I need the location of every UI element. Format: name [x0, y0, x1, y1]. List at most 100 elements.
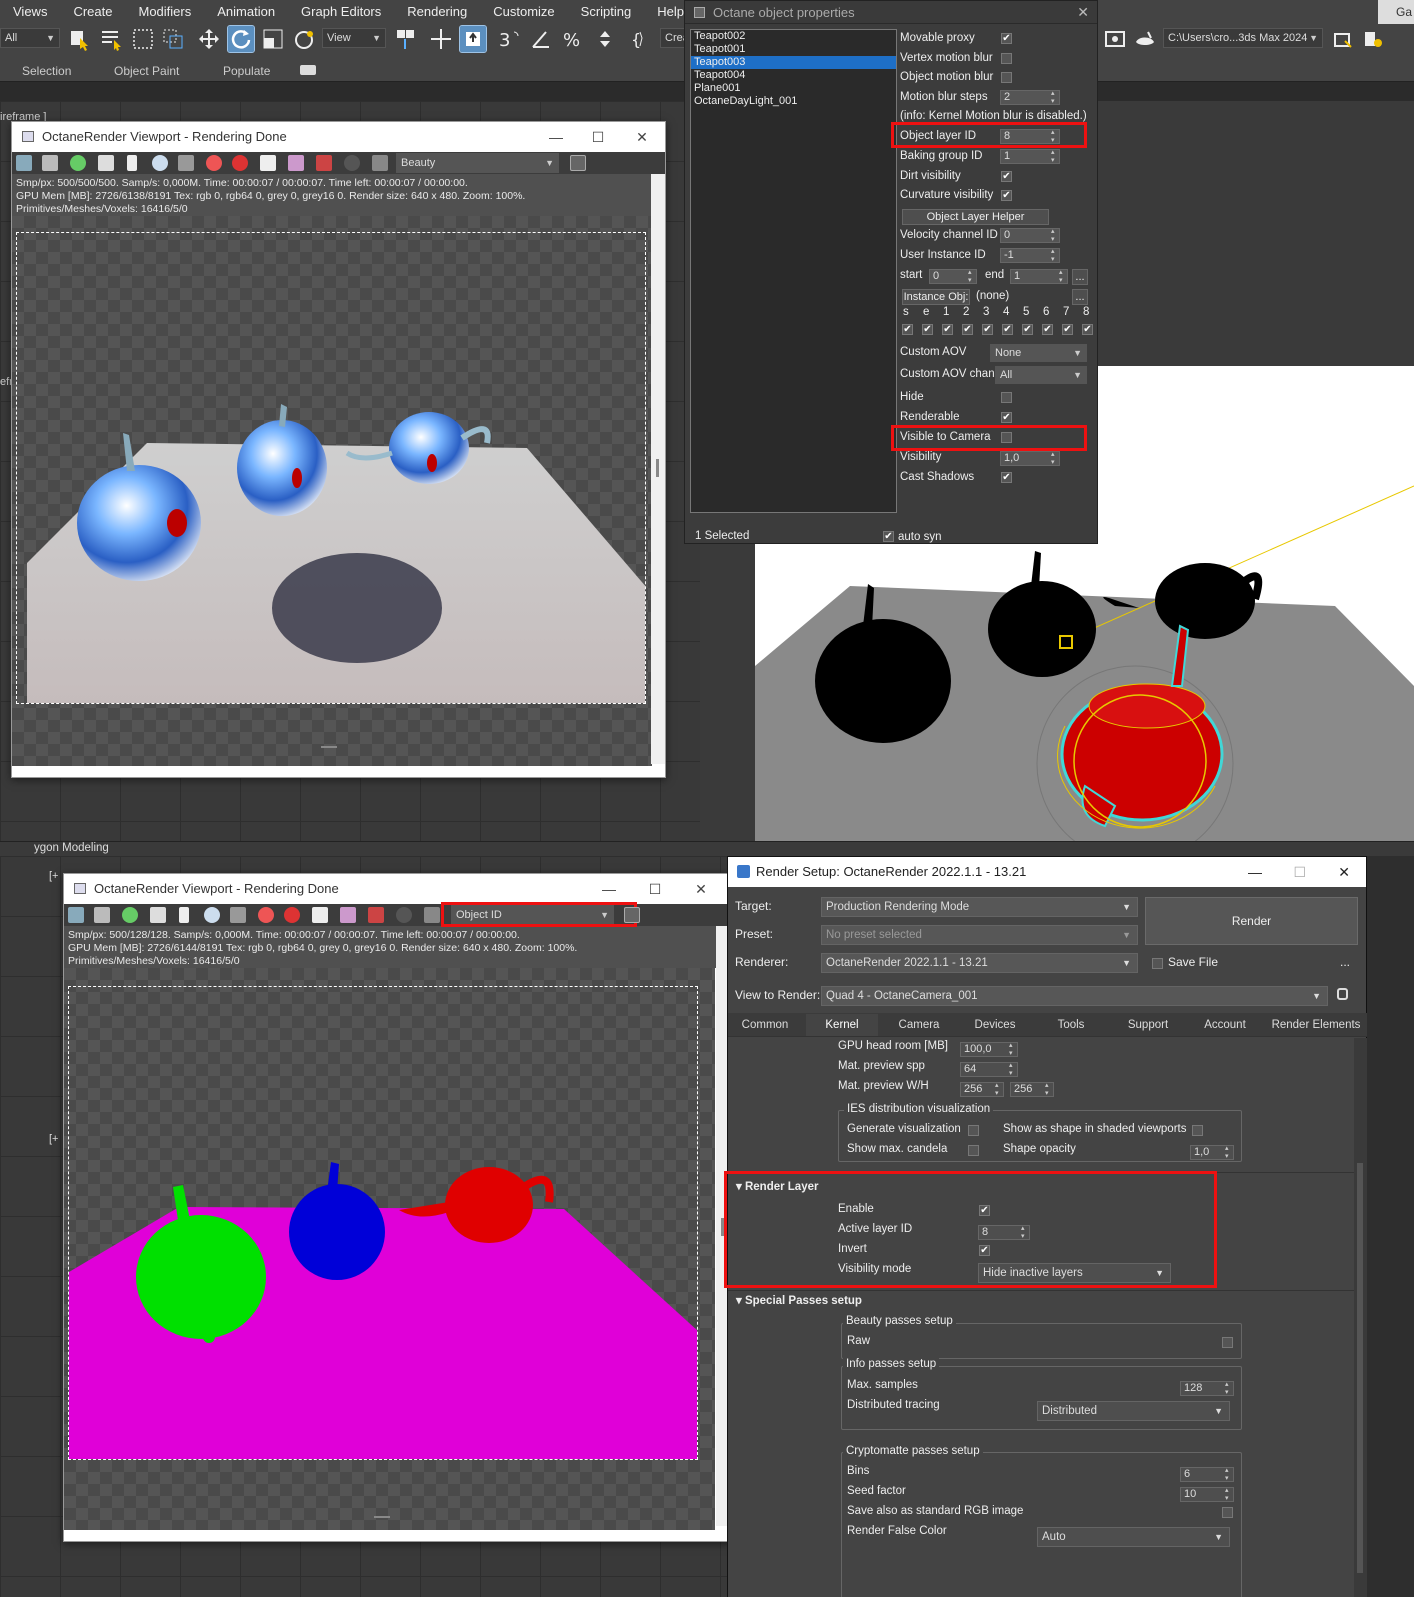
pause-icon[interactable] — [127, 155, 137, 171]
hide-checkbox[interactable] — [1001, 392, 1012, 403]
restart-icon[interactable] — [122, 907, 138, 923]
visibility-spinner[interactable]: 1,0 — [1000, 451, 1060, 467]
placement-icon[interactable] — [292, 26, 318, 52]
selection-filter-dropdown[interactable]: All ▼ — [0, 28, 60, 48]
mask-checkbox[interactable]: ✔ — [1002, 324, 1013, 335]
restart-icon[interactable] — [70, 155, 86, 171]
mat-preview-height-spinner[interactable]: 256 — [1010, 1082, 1054, 1098]
tab-support[interactable]: Support — [1113, 1014, 1183, 1036]
motion-blur-steps-spinner[interactable]: 2 — [1000, 90, 1060, 106]
bins-spinner[interactable]: 6 — [1180, 1467, 1234, 1483]
instance-obj-options-button[interactable]: ... — [1072, 289, 1088, 305]
lock-icon[interactable] — [98, 155, 114, 171]
auto-sync-checkbox[interactable]: ✔ — [883, 531, 894, 542]
menu-customize[interactable]: Customize — [480, 0, 567, 24]
tab-common[interactable]: Common — [731, 1014, 799, 1036]
menu-scripting[interactable]: Scripting — [568, 0, 645, 24]
custom-aov-dropdown[interactable]: None ▼ — [990, 344, 1087, 362]
gpu-headroom-spinner[interactable]: 100,0 — [960, 1042, 1018, 1058]
project-folder-icon[interactable] — [1330, 26, 1356, 52]
range-options-button[interactable]: ... — [1072, 269, 1088, 285]
viewport-menu-plus[interactable]: [+ — [49, 870, 58, 882]
menu-animation[interactable]: Animation — [204, 0, 288, 24]
pause-icon[interactable] — [179, 907, 189, 923]
tab-tools[interactable]: Tools — [1036, 1014, 1106, 1036]
clipboard-icon[interactable] — [42, 155, 58, 171]
auto-focus-icon[interactable] — [230, 907, 246, 923]
fit-view-icon[interactable] — [624, 907, 640, 923]
list-item[interactable]: OctaneDayLight_001 — [691, 95, 896, 108]
maximize-icon[interactable]: ☐ — [1293, 857, 1306, 887]
render-pass-dropdown[interactable]: Beauty ▼ — [396, 153, 559, 173]
refresh-icon[interactable] — [204, 907, 220, 923]
tab-render-elements[interactable]: Render Elements — [1266, 1014, 1366, 1036]
generate-visualization-checkbox[interactable] — [968, 1125, 979, 1136]
baking-group-id-spinner[interactable]: 1 — [1000, 149, 1060, 165]
render-canvas[interactable] — [12, 216, 652, 766]
mat-preview-width-spinner[interactable]: 256 — [960, 1082, 1004, 1098]
color-picker-icon[interactable] — [258, 907, 274, 923]
region-render-icon[interactable] — [312, 907, 328, 923]
ribbon-selection[interactable]: Selection — [22, 64, 71, 78]
percent-snap-icon[interactable]: % — [560, 26, 586, 52]
save-image-icon[interactable] — [68, 907, 84, 923]
project-path-dropdown[interactable]: C:\Users\cro...3ds Max 2024 ▼ — [1163, 28, 1323, 48]
distributed-tracing-dropdown[interactable]: Distributed ▼ — [1037, 1401, 1230, 1421]
select-by-name-icon[interactable] — [98, 26, 124, 52]
lock-icon[interactable] — [1337, 988, 1348, 1000]
lock-icon[interactable] — [150, 907, 166, 923]
renderable-checkbox[interactable]: ✔ — [1001, 412, 1012, 423]
refresh-icon[interactable] — [152, 155, 168, 171]
dirt-visibility-checkbox[interactable]: ✔ — [1001, 171, 1012, 182]
render-false-color-dropdown[interactable]: Auto ▼ — [1037, 1527, 1230, 1547]
select-manipulate-icon[interactable] — [428, 26, 454, 52]
instance-obj-button[interactable]: Instance Obj: — [902, 289, 970, 305]
menu-views[interactable]: Views — [0, 0, 60, 24]
close-icon[interactable]: ✕ — [1077, 1, 1089, 24]
menu-create[interactable]: Create — [60, 0, 125, 24]
vertical-scrollbar[interactable] — [1354, 1038, 1368, 1597]
window-titlebar[interactable]: OctaneRender Viewport - Rendering Done —… — [64, 874, 730, 904]
render-frame-icon[interactable] — [1102, 26, 1128, 52]
vertical-scrollbar[interactable] — [651, 174, 665, 764]
movable-proxy-checkbox[interactable]: ✔ — [1001, 33, 1012, 44]
object-layer-helper-button[interactable]: Object Layer Helper — [902, 209, 1049, 225]
menu-rendering[interactable]: Rendering — [394, 0, 480, 24]
list-item[interactable]: Teapot002 — [691, 30, 896, 43]
region-render-icon[interactable] — [260, 155, 276, 171]
angle-snap-icon[interactable] — [528, 26, 554, 52]
viewport-menu-plus[interactable]: [+ — [49, 1133, 58, 1145]
cube-icon[interactable] — [396, 907, 412, 923]
fit-view-icon[interactable] — [570, 155, 586, 171]
list-item-selected[interactable]: Teapot003 — [691, 56, 896, 69]
menu-modifiers[interactable]: Modifiers — [125, 0, 204, 24]
panel-titlebar[interactable]: Octane object properties ✕ — [685, 1, 1097, 24]
clipboard-icon[interactable] — [94, 907, 110, 923]
maximize-icon[interactable]: ☐ — [583, 122, 613, 152]
minimize-icon[interactable]: — — [1248, 857, 1262, 887]
preset-dropdown[interactable]: No preset selected ▼ — [821, 925, 1138, 945]
velocity-channel-id-spinner[interactable]: 0 — [1000, 228, 1060, 244]
move-icon[interactable] — [196, 26, 222, 52]
cube-icon[interactable] — [344, 155, 360, 171]
save-rgb-checkbox[interactable] — [1222, 1507, 1233, 1518]
camera-icon[interactable] — [368, 907, 384, 923]
shape-opacity-spinner[interactable]: 1,0 — [1190, 1145, 1234, 1161]
special-passes-rollout[interactable]: ▾ Special Passes setup — [736, 1293, 862, 1307]
seed-factor-spinner[interactable]: 10 — [1180, 1487, 1234, 1503]
mask-checkbox[interactable]: ✔ — [982, 324, 993, 335]
scale-icon[interactable] — [260, 26, 286, 52]
object-list[interactable]: Teapot002 Teapot001 Teapot003 Teapot004 … — [690, 29, 897, 513]
raw-checkbox[interactable] — [1222, 1337, 1233, 1348]
color-picker-icon[interactable] — [206, 155, 222, 171]
reference-coord-dropdown[interactable]: View ▼ — [322, 28, 386, 48]
tab-kernel[interactable]: Kernel — [806, 1014, 878, 1036]
project-settings-icon[interactable] — [1360, 26, 1386, 52]
list-item[interactable]: Teapot001 — [691, 43, 896, 56]
auto-focus-icon[interactable] — [178, 155, 194, 171]
list-item[interactable]: Plane001 — [691, 82, 896, 95]
mask-checkbox[interactable]: ✔ — [1022, 324, 1033, 335]
tab-camera[interactable]: Camera — [884, 1014, 954, 1036]
mask-checkbox[interactable]: ✔ — [962, 324, 973, 335]
mask-checkbox[interactable]: ✔ — [942, 324, 953, 335]
